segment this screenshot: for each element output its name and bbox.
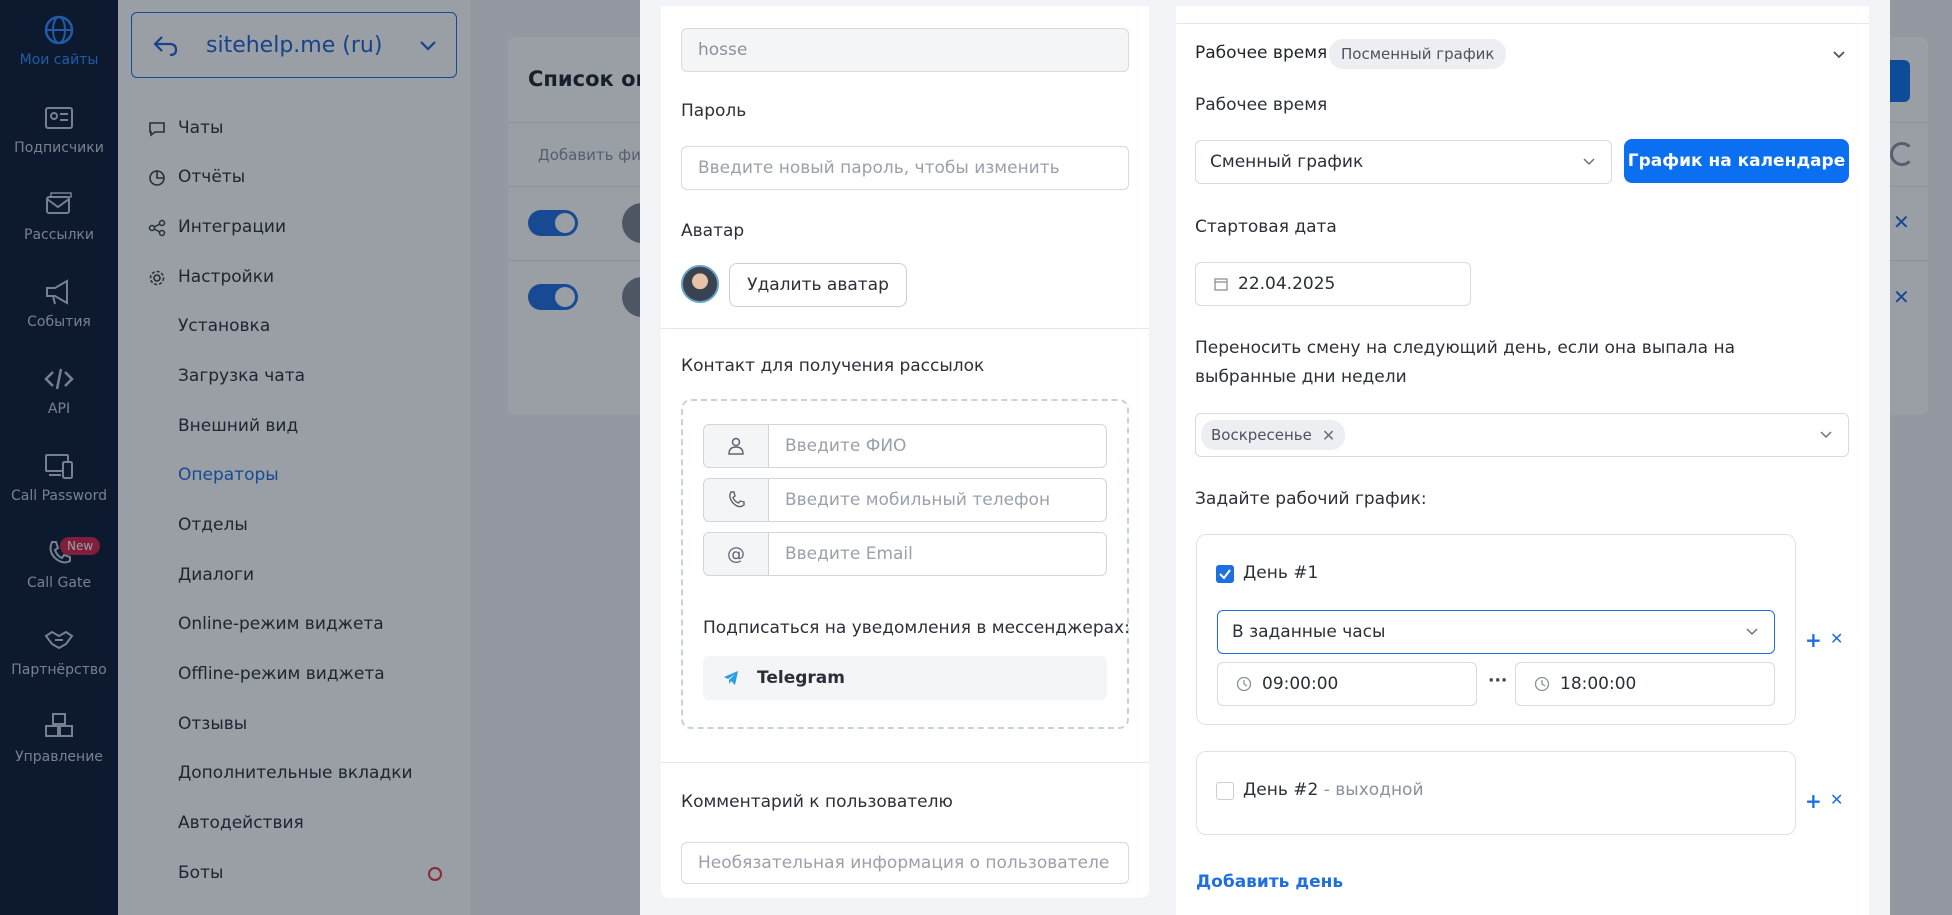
telegram-button[interactable]: Telegram	[703, 656, 1107, 700]
phone-input-group: Введите мобильный телефон	[703, 478, 1107, 522]
carry-label: Переносить смену на следующий день, если…	[1195, 338, 1735, 387]
add-interval-icon[interactable]: +	[1805, 628, 1822, 652]
day-checkbox[interactable]	[1216, 565, 1234, 583]
set-schedule-label: Задайте рабочий график:	[1195, 489, 1427, 509]
password-field[interactable]: Введите новый пароль, чтобы изменить	[681, 146, 1129, 190]
weekday-tag-label: Воскресенье	[1211, 426, 1312, 444]
comment-label: Комментарий к пользователю	[681, 792, 953, 812]
day-title: День #1	[1243, 563, 1319, 583]
calendar-icon	[1214, 278, 1228, 291]
comment-textarea[interactable]	[681, 842, 1129, 884]
login-field[interactable]: hosse	[681, 28, 1129, 72]
divider	[1176, 23, 1869, 24]
chevron-down-icon	[1746, 628, 1758, 636]
divider	[661, 762, 1149, 763]
time-separator: ···	[1488, 671, 1508, 691]
login-value: hosse	[698, 40, 748, 60]
remove-tag-icon[interactable]: ✕	[1322, 426, 1335, 445]
remove-day-icon[interactable]: ✕	[1830, 629, 1843, 648]
clock-icon	[1236, 676, 1252, 692]
email-input-group: @ Введите Email	[703, 532, 1107, 576]
fio-input-group: Введите ФИО	[703, 424, 1107, 468]
avatar	[681, 265, 719, 303]
profile-column: hosse Пароль Введите новый пароль, чтобы…	[661, 6, 1149, 898]
at-icon: @	[703, 532, 769, 576]
schedule-type-pill: Посменный график	[1329, 39, 1507, 69]
schedule-column: Рабочее время Посменный график Рабочее в…	[1176, 6, 1869, 915]
clock-icon	[1534, 676, 1550, 692]
weekday-tag: Воскресенье ✕	[1201, 420, 1346, 450]
day-off-suffix: - выходной	[1323, 780, 1424, 800]
add-day-link[interactable]: Добавить день	[1196, 872, 1343, 892]
day-mode-value: В заданные часы	[1232, 622, 1386, 642]
password-placeholder: Введите новый пароль, чтобы изменить	[698, 158, 1060, 178]
divider	[661, 328, 1149, 329]
chevron-down-icon[interactable]	[1832, 48, 1846, 62]
phone-icon	[703, 478, 769, 522]
day-mode-select[interactable]: В заданные часы	[1217, 610, 1775, 654]
time-to-value: 18:00:00	[1560, 674, 1637, 694]
chevron-down-icon	[1583, 158, 1595, 166]
telegram-icon	[724, 671, 738, 685]
phone-input[interactable]: Введите мобильный телефон	[769, 478, 1107, 522]
avatar-label: Аватар	[681, 221, 745, 241]
add-interval-icon[interactable]: +	[1805, 789, 1822, 813]
check-icon	[1219, 569, 1231, 580]
password-label: Пароль	[681, 101, 747, 121]
remove-day-icon[interactable]: ✕	[1830, 790, 1843, 809]
start-date-label: Стартовая дата	[1195, 217, 1337, 237]
day-checkbox[interactable]	[1216, 782, 1234, 800]
delete-avatar-button[interactable]: Удалить аватар	[729, 263, 907, 307]
worktime-value: Сменный график	[1210, 152, 1364, 172]
subscribe-label: Подписаться на уведомления в мессенджера…	[703, 618, 1130, 638]
worktime-select[interactable]: Сменный график	[1195, 140, 1612, 184]
worktime-section-title: Рабочее время	[1195, 43, 1328, 63]
email-input[interactable]: Введите Email	[769, 532, 1107, 576]
day-title: День #2 - выходной	[1243, 780, 1424, 800]
fio-input[interactable]: Введите ФИО	[769, 424, 1107, 468]
day-title-text: День #2	[1243, 780, 1319, 800]
time-to-field[interactable]: 18:00:00	[1515, 662, 1775, 706]
worktime-label: Рабочее время	[1195, 95, 1328, 115]
start-date-field[interactable]: 22.04.2025	[1195, 262, 1471, 306]
user-icon	[703, 424, 769, 468]
contact-label: Контакт для получения рассылок	[681, 356, 985, 376]
time-from-field[interactable]: 09:00:00	[1217, 662, 1477, 706]
telegram-label: Telegram	[757, 668, 845, 688]
chevron-down-icon	[1820, 431, 1832, 439]
calendar-schedule-button[interactable]: График на календаре	[1624, 139, 1849, 183]
time-from-value: 09:00:00	[1262, 674, 1339, 694]
start-date-value: 22.04.2025	[1238, 274, 1336, 294]
